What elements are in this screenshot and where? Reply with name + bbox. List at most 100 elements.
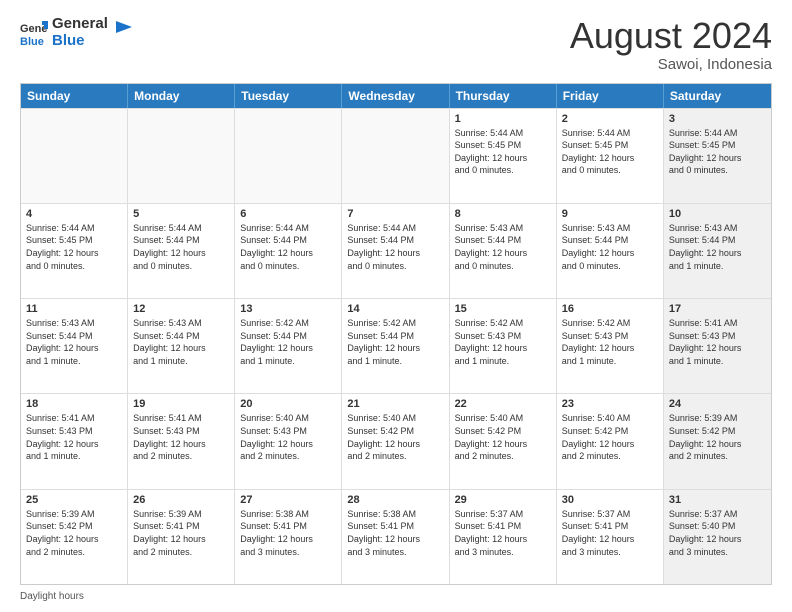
- page: General Blue General Blue August 2024 Sa…: [0, 0, 792, 612]
- day-number: 3: [669, 113, 766, 125]
- month-title: August 2024: [570, 16, 772, 56]
- cal-cell: 11Sunrise: 5:43 AM Sunset: 5:44 PM Dayli…: [21, 299, 128, 393]
- cal-cell: 29 Sunrise: 5:37 AM Sunset: 5:41 PM Dayli…: [450, 490, 557, 584]
- cal-cell: 2 Sunrise: 5:44 AM Sunset: 5:45 PM Daylig…: [557, 109, 664, 203]
- day-number: 25: [26, 494, 122, 506]
- cell-text: Sunrise: 5:41 AM Sunset: 5:43 PM Dayligh…: [133, 412, 229, 462]
- logo-general-text: General: [52, 16, 108, 33]
- cell-text: Sunrise: 5:44 AM Sunset: 5:45 PM Dayligh…: [669, 127, 766, 177]
- cal-cell: 21 Sunrise: 5:40 AM Sunset: 5:42 PM Dayli…: [342, 394, 449, 488]
- cal-header-cell-wednesday: Wednesday: [342, 84, 449, 108]
- day-number: 18: [26, 398, 122, 410]
- cell-text: Sunrise: 5:39 AM Sunset: 5:42 PM Dayligh…: [26, 508, 122, 558]
- cal-row-2: 11Sunrise: 5:43 AM Sunset: 5:44 PM Dayli…: [21, 298, 771, 393]
- cal-cell: 13 Sunrise: 5:42 AM Sunset: 5:44 PM Dayli…: [235, 299, 342, 393]
- cell-text: Sunrise: 5:42 AM Sunset: 5:43 PM Dayligh…: [455, 317, 551, 367]
- cal-cell: 19 Sunrise: 5:41 AM Sunset: 5:43 PM Dayli…: [128, 394, 235, 488]
- header: General Blue General Blue August 2024 Sa…: [20, 16, 772, 73]
- cal-row-0: 1Sunrise: 5:44 AM Sunset: 5:45 PM Daylig…: [21, 108, 771, 203]
- cell-text: Sunrise: 5:38 AM Sunset: 5:41 PM Dayligh…: [240, 508, 336, 558]
- cal-cell: 6 Sunrise: 5:44 AM Sunset: 5:44 PM Daylig…: [235, 204, 342, 298]
- calendar-body: 1Sunrise: 5:44 AM Sunset: 5:45 PM Daylig…: [21, 108, 771, 584]
- day-number: 2: [562, 113, 658, 125]
- cal-cell: 27 Sunrise: 5:38 AM Sunset: 5:41 PM Dayli…: [235, 490, 342, 584]
- cell-text: Sunrise: 5:44 AM Sunset: 5:44 PM Dayligh…: [347, 222, 443, 272]
- day-number: 9: [562, 208, 658, 220]
- cell-text: Sunrise: 5:43 AM Sunset: 5:44 PM Dayligh…: [133, 317, 229, 367]
- cal-cell: 26 Sunrise: 5:39 AM Sunset: 5:41 PM Dayli…: [128, 490, 235, 584]
- day-number: 29: [455, 494, 551, 506]
- day-number: 8: [455, 208, 551, 220]
- day-number: 30: [562, 494, 658, 506]
- cell-text: Sunrise: 5:43 AM Sunset: 5:44 PM Dayligh…: [455, 222, 551, 272]
- day-number: 17: [669, 303, 766, 315]
- cal-cell: 3 Sunrise: 5:44 AM Sunset: 5:45 PM Daylig…: [664, 109, 771, 203]
- cell-text: Sunrise: 5:44 AM Sunset: 5:45 PM Dayligh…: [562, 127, 658, 177]
- cal-row-3: 18 Sunrise: 5:41 AM Sunset: 5:43 PM Dayli…: [21, 393, 771, 488]
- day-number: 12: [133, 303, 229, 315]
- cal-cell: 24 Sunrise: 5:39 AM Sunset: 5:42 PM Dayli…: [664, 394, 771, 488]
- day-number: 28: [347, 494, 443, 506]
- day-number: 16: [562, 303, 658, 315]
- cal-cell: 18 Sunrise: 5:41 AM Sunset: 5:43 PM Dayli…: [21, 394, 128, 488]
- cal-row-1: 4 Sunrise: 5:44 AM Sunset: 5:45 PM Daylig…: [21, 203, 771, 298]
- cell-text: Sunrise: 5:44 AM Sunset: 5:45 PM Dayligh…: [26, 222, 122, 272]
- calendar-header: SundayMondayTuesdayWednesdayThursdayFrid…: [21, 84, 771, 108]
- day-number: 31: [669, 494, 766, 506]
- day-number: 20: [240, 398, 336, 410]
- cell-text: Sunrise: 5:37 AM Sunset: 5:41 PM Dayligh…: [562, 508, 658, 558]
- cal-cell: 10Sunrise: 5:43 AM Sunset: 5:44 PM Dayli…: [664, 204, 771, 298]
- cal-cell: 22Sunrise: 5:40 AM Sunset: 5:42 PM Dayli…: [450, 394, 557, 488]
- cell-text: Sunrise: 5:42 AM Sunset: 5:43 PM Dayligh…: [562, 317, 658, 367]
- cal-cell: 12 Sunrise: 5:43 AM Sunset: 5:44 PM Dayli…: [128, 299, 235, 393]
- cal-cell: [21, 109, 128, 203]
- day-number: 21: [347, 398, 443, 410]
- cell-text: Sunrise: 5:43 AM Sunset: 5:44 PM Dayligh…: [669, 222, 766, 272]
- cell-text: Sunrise: 5:41 AM Sunset: 5:43 PM Dayligh…: [26, 412, 122, 462]
- cell-text: Sunrise: 5:42 AM Sunset: 5:44 PM Dayligh…: [240, 317, 336, 367]
- cell-text: Sunrise: 5:44 AM Sunset: 5:44 PM Dayligh…: [133, 222, 229, 272]
- logo-icon: General Blue: [20, 19, 48, 47]
- day-number: 6: [240, 208, 336, 220]
- daylight-label: Daylight hours: [20, 591, 84, 602]
- calendar: SundayMondayTuesdayWednesdayThursdayFrid…: [20, 83, 772, 585]
- day-number: 27: [240, 494, 336, 506]
- footer: Daylight hours: [20, 591, 772, 602]
- cell-text: Sunrise: 5:39 AM Sunset: 5:41 PM Dayligh…: [133, 508, 229, 558]
- cell-text: Sunrise: 5:37 AM Sunset: 5:40 PM Dayligh…: [669, 508, 766, 558]
- location: Sawoi, Indonesia: [570, 56, 772, 73]
- day-number: 22: [455, 398, 551, 410]
- day-number: 26: [133, 494, 229, 506]
- logo: General Blue General Blue: [20, 16, 134, 49]
- cal-cell: 4 Sunrise: 5:44 AM Sunset: 5:45 PM Daylig…: [21, 204, 128, 298]
- day-number: 7: [347, 208, 443, 220]
- cell-text: Sunrise: 5:41 AM Sunset: 5:43 PM Dayligh…: [669, 317, 766, 367]
- cell-text: Sunrise: 5:43 AM Sunset: 5:44 PM Dayligh…: [26, 317, 122, 367]
- svg-text:Blue: Blue: [20, 36, 44, 47]
- cell-text: Sunrise: 5:42 AM Sunset: 5:44 PM Dayligh…: [347, 317, 443, 367]
- cal-cell: 1Sunrise: 5:44 AM Sunset: 5:45 PM Daylig…: [450, 109, 557, 203]
- cell-text: Sunrise: 5:40 AM Sunset: 5:42 PM Dayligh…: [347, 412, 443, 462]
- cell-text: Sunrise: 5:40 AM Sunset: 5:43 PM Dayligh…: [240, 412, 336, 462]
- cal-cell: 23Sunrise: 5:40 AM Sunset: 5:42 PM Dayli…: [557, 394, 664, 488]
- day-number: 4: [26, 208, 122, 220]
- cal-cell: 30 Sunrise: 5:37 AM Sunset: 5:41 PM Dayli…: [557, 490, 664, 584]
- cal-cell: 20 Sunrise: 5:40 AM Sunset: 5:43 PM Dayli…: [235, 394, 342, 488]
- day-number: 13: [240, 303, 336, 315]
- cal-cell: 16 Sunrise: 5:42 AM Sunset: 5:43 PM Dayli…: [557, 299, 664, 393]
- day-number: 15: [455, 303, 551, 315]
- cal-cell: 8 Sunrise: 5:43 AM Sunset: 5:44 PM Daylig…: [450, 204, 557, 298]
- cal-row-4: 25 Sunrise: 5:39 AM Sunset: 5:42 PM Dayli…: [21, 489, 771, 584]
- cal-cell: 15 Sunrise: 5:42 AM Sunset: 5:43 PM Dayli…: [450, 299, 557, 393]
- cal-header-cell-friday: Friday: [557, 84, 664, 108]
- logo-blue-text: Blue: [52, 33, 108, 50]
- cal-cell: 14Sunrise: 5:42 AM Sunset: 5:44 PM Dayli…: [342, 299, 449, 393]
- cell-text: Sunrise: 5:39 AM Sunset: 5:42 PM Dayligh…: [669, 412, 766, 462]
- cal-header-cell-thursday: Thursday: [450, 84, 557, 108]
- cell-text: Sunrise: 5:44 AM Sunset: 5:44 PM Dayligh…: [240, 222, 336, 272]
- day-number: 19: [133, 398, 229, 410]
- day-number: 24: [669, 398, 766, 410]
- day-number: 5: [133, 208, 229, 220]
- cell-text: Sunrise: 5:37 AM Sunset: 5:41 PM Dayligh…: [455, 508, 551, 558]
- cal-header-cell-saturday: Saturday: [664, 84, 771, 108]
